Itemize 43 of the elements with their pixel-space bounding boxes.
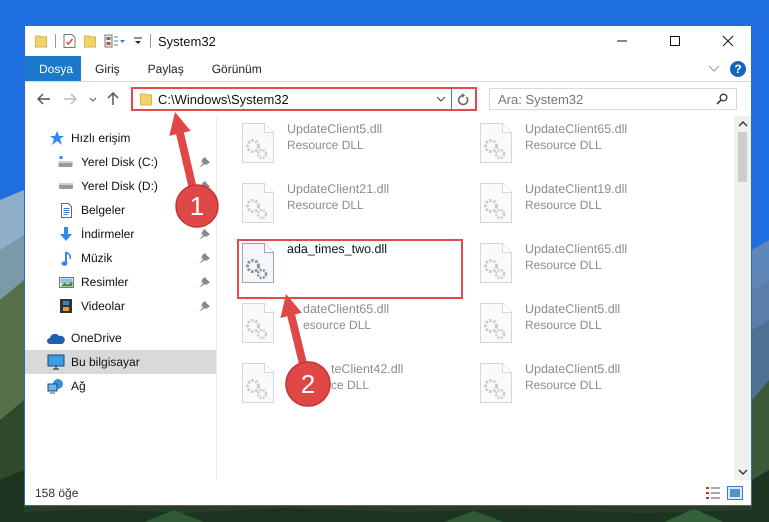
file-type: Resource DLL xyxy=(287,198,365,212)
file-type: Resource DLL xyxy=(525,258,603,272)
file-name: UpdateClient65.dll xyxy=(525,242,628,256)
file-name: dateClient65.dll xyxy=(303,302,390,316)
help-button[interactable]: ? xyxy=(730,60,746,76)
file-type: Resource DLL xyxy=(287,138,365,152)
file-name: ada_times_two.dll xyxy=(287,242,388,256)
address-field[interactable]: C:\Windows\System32 xyxy=(131,87,477,111)
sidebar-item[interactable]: Resimler xyxy=(57,270,132,294)
number-badge: 1 xyxy=(175,184,219,228)
sidebar-item[interactable]: OneDrive xyxy=(25,326,216,350)
file-name: UpdateClient65.dll xyxy=(525,122,628,136)
address-path: C:\Windows\System32 xyxy=(158,92,290,106)
file-type: esource DLL xyxy=(303,318,372,332)
sidebar-item[interactable]: Yerel Disk (C:) xyxy=(57,150,162,174)
sidebar-item[interactable]: Ağ xyxy=(25,374,216,398)
file-name: UpdateClient5.dll xyxy=(525,302,620,316)
file-name: UpdateClient5.dll xyxy=(525,362,620,376)
ribbon-tab[interactable]: Paylaş xyxy=(134,56,198,81)
ribbon-tab[interactable]: Görünüm xyxy=(198,56,276,81)
number-badge: 2 xyxy=(285,361,331,407)
file-type: Resource DLL xyxy=(525,198,603,212)
ribbon-tab[interactable]: Giriş xyxy=(81,56,134,81)
highlighted-file-tile[interactable]: ada_times_two.dll xyxy=(237,239,463,299)
file-name: UpdateClient21.dll xyxy=(287,182,390,196)
window-title: System32 xyxy=(158,34,216,48)
sidebar-item[interactable]: İndirmeler xyxy=(57,222,138,246)
sidebar-item[interactable]: Videolar xyxy=(57,294,129,318)
sidebar-item[interactable]: Belgeler xyxy=(57,198,130,222)
item-count: 158 öğe xyxy=(35,486,78,500)
sidebar-item[interactable]: Yerel Disk (D:) xyxy=(57,174,162,198)
file-type: Resource DLL xyxy=(525,138,603,152)
file-type: Resource DLL xyxy=(525,378,603,392)
file-type: Resource DLL xyxy=(525,318,603,332)
sidebar-item[interactable]: Hızlı erişim xyxy=(25,126,216,150)
sidebar-item[interactable]: Bu bilgisayar xyxy=(25,350,216,374)
file-type: ce DLL xyxy=(331,378,370,392)
file-name: UpdateClient5.dll xyxy=(287,122,382,136)
file-name: teClient42.dll xyxy=(331,362,404,376)
file-name: UpdateClient19.dll xyxy=(525,182,628,196)
sidebar-item[interactable]: Müzik xyxy=(57,246,116,270)
ribbon-tab[interactable]: Dosya xyxy=(25,56,81,81)
search-field[interactable]: Ara: System32 xyxy=(489,88,737,110)
